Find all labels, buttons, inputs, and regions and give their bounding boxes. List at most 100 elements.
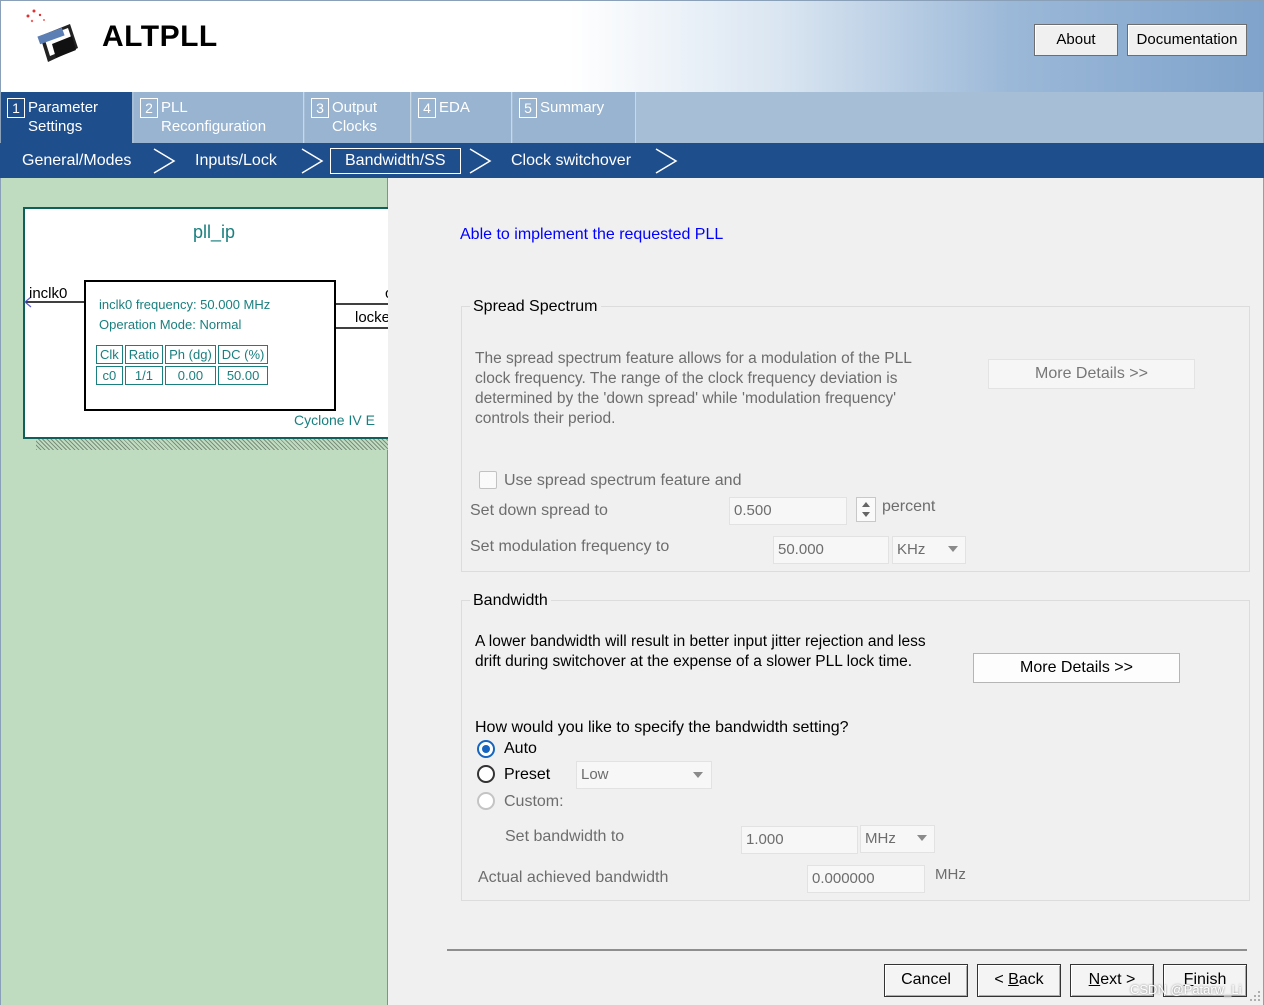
- pll-instance-name: pll_ip: [193, 222, 236, 242]
- tab-number: 1: [7, 98, 25, 118]
- altpll-logo-icon: [22, 6, 92, 72]
- down-spread-input[interactable]: 0.500: [729, 497, 847, 525]
- cancel-button-label: Cancel: [901, 971, 951, 988]
- tab-output-clocks[interactable]: 3 Output Clocks: [305, 92, 411, 143]
- down-spread-unit: percent: [882, 498, 936, 515]
- next-button-label: Next >: [1089, 971, 1136, 988]
- table-header: DC (%): [217, 345, 269, 364]
- use-spread-spectrum-checkbox[interactable]: [479, 471, 497, 489]
- chevron-right-icon: [301, 148, 324, 174]
- tab-label: Output: [332, 99, 378, 116]
- tab-eda[interactable]: 4 EDA: [412, 92, 512, 143]
- subtab-inputs-lock[interactable]: Inputs/Lock: [195, 143, 277, 178]
- actual-bandwidth-unit: MHz: [935, 866, 966, 883]
- modulation-frequency-input[interactable]: 50.000: [773, 536, 889, 564]
- description-line: A lower bandwidth will result in better …: [475, 633, 926, 650]
- preset-radio-label: Preset: [504, 766, 551, 783]
- description-line: controls their period.: [475, 410, 616, 427]
- back-button[interactable]: < Back: [977, 964, 1061, 997]
- spinner-arrows-icon: [862, 502, 870, 517]
- tab-label: EDA: [439, 99, 470, 116]
- modulation-frequency-label: Set modulation frequency to: [470, 538, 670, 555]
- spread-spectrum-group: [461, 306, 1250, 572]
- bandwidth-more-details-button[interactable]: More Details >>: [973, 653, 1180, 683]
- use-spread-spectrum-label: Use spread spectrum feature and: [504, 472, 742, 489]
- bandwidth-description: A lower bandwidth will result in better …: [475, 632, 975, 672]
- inclk0-port-label: inclk0: [29, 285, 68, 302]
- app-title: ALTPLL: [102, 20, 218, 53]
- about-button-label: About: [1056, 31, 1096, 48]
- watermark: CSDN @Patarw_Li: [1130, 982, 1242, 997]
- spread-spectrum-description: The spread spectrum feature allows for a…: [475, 349, 955, 429]
- tab-label: Summary: [540, 99, 605, 116]
- tab-number: 2: [140, 98, 158, 118]
- subtab-bandwidth-ss[interactable]: Bandwidth/SS: [330, 148, 461, 174]
- back-accelerator: B: [1008, 971, 1019, 988]
- tab-label: Reconfiguration: [161, 118, 267, 135]
- set-bandwidth-label: Set bandwidth to: [505, 828, 625, 845]
- back-button-label: < Back: [994, 971, 1043, 988]
- table-row: c0 1/1 0.00 50.00: [96, 366, 269, 385]
- set-bandwidth-input[interactable]: 1.000: [741, 826, 858, 854]
- custom-radio-label: Custom:: [504, 793, 564, 810]
- table-cell: 1/1: [124, 366, 164, 385]
- back-prefix: <: [994, 971, 1009, 988]
- about-button[interactable]: About: [1034, 24, 1118, 56]
- tab-number: 5: [519, 98, 537, 118]
- tab-label: Settings: [28, 118, 83, 135]
- preset-select[interactable]: Low: [576, 761, 712, 789]
- table-cell: c0: [96, 366, 123, 385]
- bandwidth-title: Bandwidth: [470, 592, 551, 610]
- description-line: The spread spectrum feature allows for a…: [475, 350, 912, 367]
- table-header: Clk: [96, 345, 123, 364]
- device-family-label: Cyclone IV E: [294, 412, 375, 428]
- auto-radio-label: Auto: [504, 740, 537, 757]
- chevron-right-icon: [153, 148, 176, 174]
- table-cell: 50.00: [217, 366, 269, 385]
- subtab-bar: [0, 143, 1264, 178]
- footer-divider: [447, 949, 1247, 951]
- tab-number: 4: [418, 98, 436, 118]
- documentation-button[interactable]: Documentation: [1127, 24, 1247, 56]
- subtab-general-modes[interactable]: General/Modes: [22, 143, 131, 178]
- description-line: determined by the 'down spread' while 'm…: [475, 390, 897, 407]
- chevron-right-icon: [469, 148, 492, 174]
- table-header: Ratio: [124, 345, 164, 364]
- description-line: drift during switchover at the expense o…: [475, 653, 913, 670]
- operation-mode-text: Operation Mode: Normal: [99, 317, 242, 332]
- preset-select-value: Low: [581, 766, 609, 783]
- tab-pll-reconfiguration[interactable]: 2 PLL Reconfiguration: [134, 92, 304, 143]
- subtab-clock-switchover[interactable]: Clock switchover: [511, 143, 631, 178]
- status-message: Able to implement the requested PLL: [460, 226, 724, 243]
- chevron-down-icon: [693, 772, 703, 778]
- unit-select-value: MHz: [865, 830, 896, 847]
- actual-bandwidth-label: Actual achieved bandwidth: [478, 869, 669, 886]
- tab-parameter-settings[interactable]: 1 Parameter Settings: [1, 92, 132, 143]
- tab-label: Clocks: [332, 118, 378, 135]
- table-header: Ph (dg): [165, 345, 216, 364]
- table-cell: 0.00: [165, 366, 216, 385]
- clock-settings-table: Clk Ratio Ph (dg) DC (%) c0 1/1 0.00 50.…: [94, 343, 270, 387]
- auto-radio[interactable]: [477, 740, 495, 758]
- spread-spectrum-title: Spread Spectrum: [470, 298, 601, 316]
- actual-bandwidth-value: 0.000000: [807, 865, 925, 893]
- down-spread-spinner[interactable]: [856, 497, 876, 522]
- more-details-label: More Details >>: [1020, 659, 1133, 676]
- custom-radio[interactable]: [477, 792, 495, 810]
- tab-number: 3: [311, 98, 329, 118]
- table-header-row: Clk Ratio Ph (dg) DC (%): [96, 345, 269, 364]
- tab-summary[interactable]: 5 Summary: [513, 92, 636, 143]
- spread-more-details-button[interactable]: More Details >>: [988, 359, 1195, 389]
- chevron-right-icon: [655, 148, 678, 174]
- chevron-down-icon: [917, 835, 927, 841]
- tab-label: PLL: [161, 99, 188, 116]
- cancel-button[interactable]: Cancel: [884, 964, 968, 997]
- next-accelerator: N: [1088, 971, 1101, 988]
- inclk0-frequency-text: inclk0 frequency: 50.000 MHz: [99, 297, 271, 312]
- preset-radio[interactable]: [477, 765, 495, 783]
- bandwidth-question: How would you like to specify the bandwi…: [475, 719, 849, 736]
- documentation-button-label: Documentation: [1136, 31, 1238, 48]
- chevron-down-icon: [948, 546, 958, 552]
- description-line: clock frequency. The range of the clock …: [475, 370, 898, 387]
- resize-grip-icon[interactable]: [1248, 989, 1262, 1003]
